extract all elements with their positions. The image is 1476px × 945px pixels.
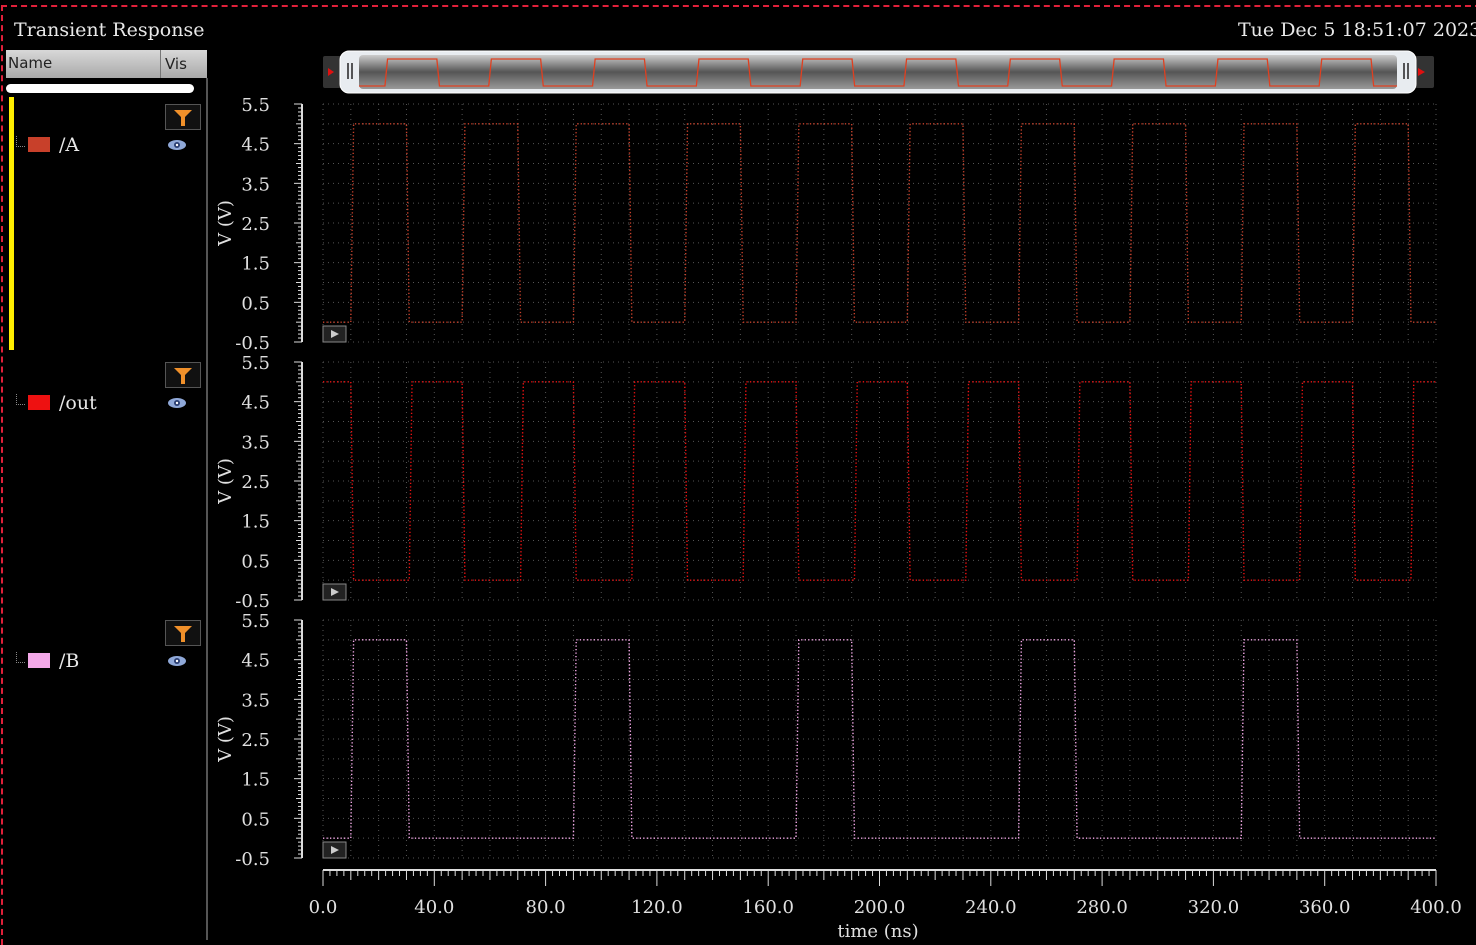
y-tick-label: 5.5 [241, 611, 270, 632]
x-tick-label: 80.0 [526, 897, 566, 918]
waveform-B [323, 639, 1436, 839]
y-tick-label: 4.5 [241, 135, 270, 156]
x-axis-label: time (ns) [837, 921, 918, 940]
x-tick-label: 240.0 [965, 897, 1017, 918]
x-tick-label: 320.0 [1188, 897, 1240, 918]
waveform-out [323, 381, 1436, 581]
y-tick-label: 3.5 [241, 174, 270, 195]
y-tick-label: 1.5 [241, 254, 270, 275]
y-tick-label: -0.5 [235, 333, 270, 354]
x-tick-label: 40.0 [414, 897, 454, 918]
x-tick-label: 0.0 [309, 897, 338, 918]
y-axis-label: V (V) [215, 200, 236, 247]
x-tick-label: 120.0 [631, 897, 683, 918]
x-tick-label: 200.0 [854, 897, 906, 918]
y-tick-label: 3.5 [241, 432, 270, 453]
waveform-A [323, 123, 1436, 323]
y-tick-label: 0.5 [241, 809, 270, 830]
y-tick-label: -0.5 [235, 849, 270, 870]
y-tick-label: 4.5 [241, 651, 270, 672]
y-tick-label: -0.5 [235, 591, 270, 612]
y-axis-label: V (V) [215, 716, 236, 763]
x-tick-label: 400.0 [1410, 897, 1462, 918]
x-tick-label: 160.0 [742, 897, 794, 918]
x-tick-label: 280.0 [1076, 897, 1128, 918]
waveform-plot[interactable]: 5.5 4.5 3.5 2.5 1.5 0.5 -0.5 V (V) 5.5 4.5 3.5 2.5 1… [0, 0, 1476, 940]
x-tick-label: 360.0 [1299, 897, 1351, 918]
y-tick-label: 2.5 [241, 730, 270, 751]
y-tick-label: 5.5 [241, 95, 270, 116]
y-tick-label: 4.5 [241, 393, 270, 414]
y-tick-label: 2.5 [241, 472, 270, 493]
y-tick-label: 1.5 [241, 770, 270, 791]
y-tick-label: 5.5 [241, 353, 270, 374]
y-tick-label: 2.5 [241, 214, 270, 235]
y-tick-label: 1.5 [241, 512, 270, 533]
overview-slot [359, 55, 1397, 89]
y-tick-label: 3.5 [241, 690, 270, 711]
y-tick-label: 0.5 [241, 293, 270, 314]
y-axis-label: V (V) [215, 458, 236, 505]
y-tick-label: 0.5 [241, 551, 270, 572]
